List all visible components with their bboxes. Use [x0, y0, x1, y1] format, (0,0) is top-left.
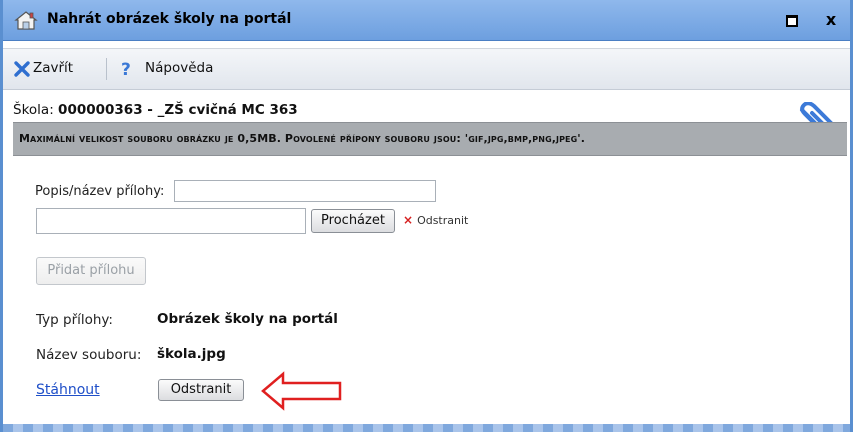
dialog-window: Nahrát obrázek školy na portál x Zavřít … [0, 0, 853, 432]
close-x-icon [14, 61, 30, 77]
file-path-input[interactable] [36, 208, 306, 234]
school-line: Škola: 000000363 - _ZŠ cvičná MC 363 [13, 102, 298, 118]
remove-x-icon: × [403, 213, 414, 227]
red-arrow-annotation [261, 371, 342, 411]
maximize-button[interactable] [782, 10, 802, 30]
title-bar[interactable]: Nahrát obrázek školy na portál x [3, 0, 850, 41]
add-attachment-button[interactable]: Přidat přílohu [36, 257, 146, 285]
svg-text:?: ? [121, 60, 131, 78]
home-icon [14, 11, 38, 30]
help-toolbar-label: Nápověda [145, 60, 214, 76]
close-icon: x [825, 10, 837, 29]
filename-label: Název souboru: [36, 347, 142, 363]
remove-file-label: Odstranit [417, 214, 469, 227]
close-window-button[interactable]: x [821, 10, 841, 30]
description-input[interactable] [174, 180, 436, 202]
browse-button[interactable]: Procházet [311, 209, 395, 233]
maximize-icon [786, 15, 798, 27]
description-label: Popis/název přílohy: [35, 184, 165, 199]
remove-attachment-button[interactable]: Odstranit [158, 379, 244, 401]
remove-file-link[interactable]: × Odstranit [403, 213, 468, 227]
window-title: Nahrát obrázek školy na portál [47, 11, 292, 27]
help-question-icon: ? [121, 60, 131, 78]
download-link[interactable]: Stáhnout [36, 382, 100, 398]
school-value: 000000363 - _ZŠ cvičná MC 363 [58, 102, 298, 118]
school-label: Škola: [13, 102, 54, 118]
attachment-type-value: Obrázek školy na portál [157, 311, 338, 327]
info-bar: Maximální velikost souboru obrázku je 0,… [13, 122, 847, 156]
toolbar-divider [106, 58, 107, 80]
filename-value: škola.jpg [157, 346, 226, 362]
close-toolbar-label: Zavřít [33, 60, 74, 76]
window-bottom-border [3, 424, 850, 432]
file-limits-info: Maximální velikost souboru obrázku je 0,… [19, 132, 586, 145]
toolbar: Zavřít ? Nápověda [3, 48, 850, 90]
attachment-type-label: Typ přílohy: [36, 312, 113, 328]
